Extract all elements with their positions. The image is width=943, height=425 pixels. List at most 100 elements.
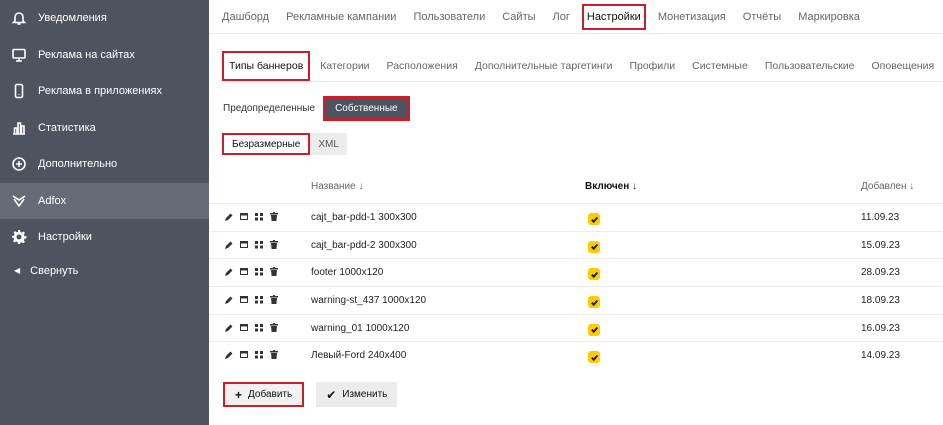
pencil-icon[interactable]	[225, 350, 233, 360]
tab-labeling[interactable]: Маркировка	[798, 11, 860, 23]
source-switch: Предопределенные Собственные	[223, 96, 410, 121]
enabled-checkbox[interactable]	[588, 240, 600, 253]
row-name[interactable]: footer 1000x120	[311, 267, 383, 278]
bell-icon	[10, 9, 28, 27]
column-name[interactable]: Название ↓	[311, 181, 363, 192]
type-switch: Безразмерные XML	[222, 133, 347, 155]
checkmark-icon	[590, 215, 599, 224]
sidebar-item-notifications[interactable]: Уведомления	[0, 0, 209, 37]
switch-sizeless[interactable]: Безразмерные	[222, 133, 311, 155]
card-icon[interactable]	[240, 212, 248, 221]
row-name[interactable]: warning_01 1000x120	[311, 323, 409, 334]
pencil-icon[interactable]	[225, 212, 233, 221]
row-added-date: 14.09.23	[861, 350, 900, 362]
switch-xml[interactable]: XML	[310, 133, 347, 155]
sidebar-collapse-button[interactable]: ◀ Свернуть	[0, 256, 209, 286]
card-icon[interactable]	[240, 350, 248, 359]
table-row[interactable]: footer 1000x120 28.09.23	[209, 258, 943, 286]
tab-reports[interactable]: Отчёты	[743, 11, 781, 23]
enabled-checkbox[interactable]	[588, 213, 600, 225]
row-actions	[225, 322, 278, 332]
tab-settings[interactable]: Настройки	[581, 3, 646, 30]
sidebar-item-site-ads[interactable]: Реклама на сайтах	[0, 37, 209, 74]
grid-icon[interactable]	[255, 240, 263, 249]
sidebar-item-adfox[interactable]: Adfox	[0, 182, 209, 219]
grid-icon[interactable]	[255, 350, 263, 359]
subtab-placements[interactable]: Расположения	[387, 60, 458, 72]
tab-log[interactable]: Лог	[553, 11, 570, 23]
column-enabled[interactable]: Включен ↓	[585, 181, 637, 192]
gear-icon	[10, 228, 28, 246]
subtab-alerts[interactable]: Оповещения	[872, 60, 935, 72]
pencil-icon[interactable]	[225, 240, 233, 249]
column-added[interactable]: Добавлен ↓	[861, 181, 914, 192]
monitor-icon	[10, 46, 28, 64]
add-button[interactable]: + Добавить	[223, 382, 305, 407]
pencil-icon[interactable]	[225, 267, 233, 277]
grid-icon[interactable]	[255, 323, 263, 332]
row-name[interactable]: cajt_bar-pdd-2 300x300	[311, 240, 417, 251]
check-icon: ✔	[326, 387, 337, 402]
adfox-icon	[10, 192, 28, 210]
edit-button-label: Изменить	[342, 389, 388, 400]
sidebar-item-label: Статистика	[38, 121, 96, 134]
table-row[interactable]: cajt_bar-pdd-2 300x300 15.09.23	[209, 230, 943, 259]
enabled-checkbox[interactable]	[588, 351, 600, 364]
sidebar-item-additional[interactable]: Дополнительно	[0, 146, 209, 183]
row-added-date: 11.09.23	[861, 212, 900, 223]
card-icon[interactable]	[240, 267, 248, 276]
row-name[interactable]: cajt_bar-pdd-1 300x300	[311, 212, 417, 223]
tab-users[interactable]: Пользователи	[413, 11, 485, 23]
trash-icon[interactable]	[270, 267, 278, 277]
row-name[interactable]: Левый-Ford 240x400	[311, 350, 406, 361]
table-row[interactable]: warning_01 1000x120 16.09.23	[209, 313, 943, 342]
enabled-checkbox[interactable]	[588, 296, 600, 309]
subtab-system[interactable]: Системные	[692, 60, 748, 72]
card-icon[interactable]	[240, 295, 248, 304]
trash-icon[interactable]	[270, 295, 278, 305]
sidebar-item-settings[interactable]: Настройки	[0, 219, 209, 256]
switch-own[interactable]: Собственные	[323, 96, 410, 121]
row-added-date: 16.09.23	[861, 322, 900, 334]
row-actions	[225, 212, 278, 221]
subtab-additional-targeting[interactable]: Дополнительные таргетинги	[475, 60, 613, 72]
trash-icon[interactable]	[270, 239, 278, 249]
bar-chart-icon	[10, 119, 28, 137]
pencil-icon[interactable]	[225, 323, 233, 332]
table-row[interactable]: warning-st_437 1000x120 18.09.23	[209, 286, 943, 314]
card-icon[interactable]	[240, 323, 248, 332]
plus-icon: +	[235, 387, 243, 402]
sidebar-item-app-ads[interactable]: Реклама в приложениях	[0, 73, 209, 110]
trash-icon[interactable]	[270, 322, 278, 332]
table-row[interactable]: cajt_bar-pdd-1 300x300 11.09.23	[209, 203, 943, 231]
row-actions	[225, 295, 278, 305]
subtab-custom[interactable]: Пользовательские	[765, 60, 855, 72]
enabled-checkbox[interactable]	[588, 268, 600, 281]
pencil-icon[interactable]	[225, 295, 233, 305]
sidebar-item-label: Реклама на сайтах	[38, 48, 135, 61]
enabled-checkbox[interactable]	[588, 323, 600, 336]
sidebar-item-label: Adfox	[38, 194, 67, 207]
switch-predefined[interactable]: Предопределенные	[223, 103, 315, 114]
tab-campaigns[interactable]: Рекламные кампании	[286, 11, 396, 23]
subtab-categories[interactable]: Категории	[320, 60, 369, 72]
row-added-date: 28.09.23	[861, 267, 900, 279]
grid-icon[interactable]	[255, 267, 263, 276]
grid-icon[interactable]	[255, 212, 263, 221]
tab-sites[interactable]: Сайты	[502, 11, 535, 23]
table-body: cajt_bar-pdd-1 300x300 11.09.23 cajt_bar-p…	[209, 203, 943, 369]
sidebar-item-statistics[interactable]: Статистика	[0, 110, 209, 147]
trash-icon[interactable]	[270, 212, 278, 221]
edit-button[interactable]: ✔ Изменить	[316, 382, 398, 407]
table-row[interactable]: Левый-Ford 240x400 14.09.23	[209, 341, 943, 369]
tab-monetization[interactable]: Монетизация	[658, 11, 726, 23]
subtab-profiles[interactable]: Профили	[629, 60, 675, 72]
subtab-banner-types[interactable]: Типы баннеров	[222, 50, 311, 81]
trash-icon[interactable]	[270, 350, 278, 360]
grid-icon[interactable]	[255, 295, 263, 304]
tab-dashboard[interactable]: Дашборд	[222, 11, 269, 23]
checkmark-icon	[590, 242, 599, 251]
row-name[interactable]: warning-st_437 1000x120	[311, 295, 426, 306]
checkmark-icon	[590, 325, 599, 334]
card-icon[interactable]	[240, 240, 248, 249]
